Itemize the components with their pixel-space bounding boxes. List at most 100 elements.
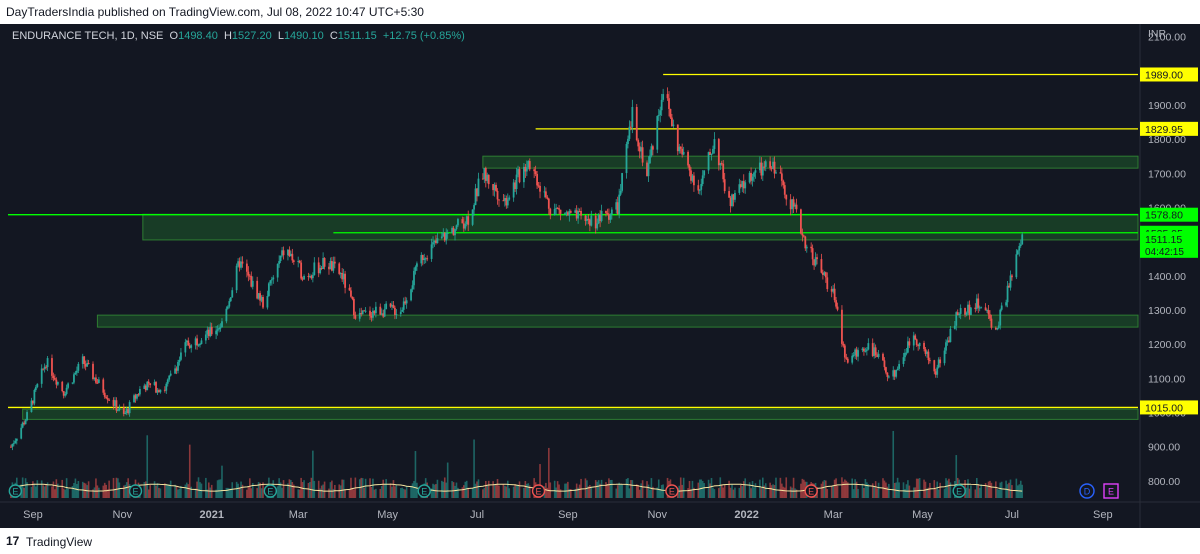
volume-bar [885,482,887,498]
candle-body [782,180,785,186]
volume-bar [348,489,351,498]
price-tick-label: 1200.00 [1148,339,1186,351]
volume-bar [175,485,178,498]
candle-body [945,342,947,351]
candle-body [278,261,281,264]
volume-bar [754,483,757,498]
candle-body [970,307,972,315]
volume-bar [405,486,408,498]
volume-bar [288,479,291,498]
chart-frame[interactable]: EEEEEEEEDE800.00900.001000.001100.001200… [0,24,1200,528]
volume-bar [608,478,610,498]
volume-bar [319,488,321,498]
candle-body [536,174,538,186]
candle-body [713,139,716,149]
future-earnings-label: E [1108,487,1114,497]
volume-bar [290,480,292,498]
time-tick-label: Mar [824,509,843,521]
candle-body [231,290,234,298]
earnings-marker-label: E [669,487,675,497]
candle-body [701,175,704,184]
candle-body [54,378,56,380]
volume-bar [93,487,96,498]
publish-header: DayTradersIndia published on TradingView… [0,0,1200,24]
volume-bar [329,482,332,498]
candle-body [764,161,767,167]
volume-bar [353,489,355,498]
candle-body [989,314,991,319]
volume-bar [822,481,824,498]
volume-bar [257,482,260,498]
volume-bar [238,487,241,498]
candle-body [896,368,899,370]
volume-bar [240,481,242,498]
candle-body [118,407,121,411]
volume-bar [379,488,382,498]
candle-body [734,192,736,200]
candle-body [744,182,747,189]
candle-body [628,126,631,139]
earnings-marker-label: E [956,487,962,497]
candlestick-chart[interactable]: EEEEEEEEDE800.00900.001000.001100.001200… [0,24,1200,528]
volume-bar [310,477,313,498]
candle-body [666,94,669,99]
volume-bar [546,487,549,498]
candle-body [33,390,36,404]
candle-body [779,172,782,174]
volume-bar [936,481,939,498]
candle-body [168,375,171,380]
volume-bar [641,480,644,498]
volume-bar [492,481,494,498]
candle-body [710,153,713,155]
candle-body [149,383,152,386]
volume-bar [446,462,449,498]
candle-body [600,210,603,221]
candle-body [918,342,921,347]
volume-bar [54,489,56,498]
volume-bar [978,487,981,498]
level-price-badge-text: 1578.80 [1145,210,1183,222]
volume-bar [750,488,752,498]
candle-body [569,211,572,213]
candle-body [908,341,911,346]
candle-body [800,209,802,234]
volume-bar [600,479,603,498]
volume-bar [967,479,969,498]
volume-bar [621,484,623,498]
candle-body [996,327,999,330]
volume-bar [36,480,39,498]
time-tick-label: May [377,509,398,521]
volume-bar [888,483,890,498]
candle-body [518,169,521,183]
volume-bar [177,489,179,498]
volume-bar [115,477,118,498]
volume-bar [246,489,248,498]
volume-bar [373,489,376,498]
volume-bar [35,486,37,498]
volume-bar [792,477,795,498]
candle-body [987,310,990,315]
volume-bar [515,485,518,498]
volume-bar [937,489,940,498]
candle-body [811,248,814,260]
candle-body [949,328,952,343]
volume-bar [184,484,187,498]
candle-body [547,198,550,209]
candle-body [117,410,119,412]
candle-body [87,362,90,364]
candle-body [953,325,956,329]
volume-bar [370,487,373,498]
volume-bar [168,484,171,498]
volume-bar [413,480,415,498]
volume-bar [681,484,683,498]
candle-body [943,350,946,364]
volume-bar [912,487,915,498]
candle-body [270,279,273,281]
candle-body [235,265,238,291]
candle-body [455,225,458,230]
candle-body [864,350,867,352]
candle-body [923,342,925,350]
volume-bar [753,487,755,498]
candle-body [625,144,628,174]
volume-bar [854,479,856,498]
